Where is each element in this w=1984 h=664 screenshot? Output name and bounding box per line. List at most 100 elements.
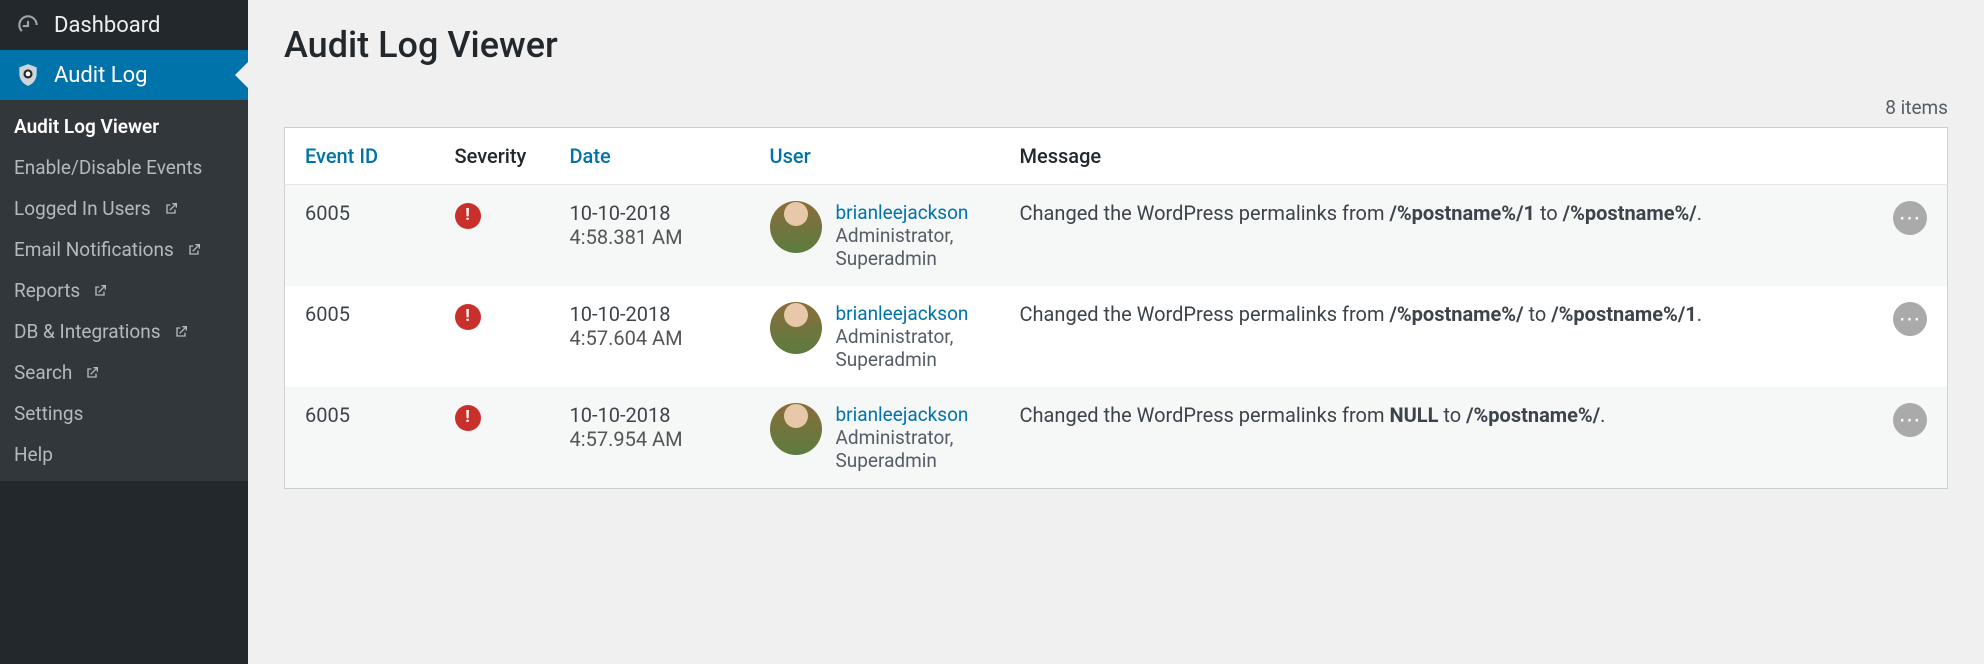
subnav-reports[interactable]: Reports	[0, 270, 248, 311]
message-part: /%postname%/1	[1551, 302, 1697, 326]
avatar	[770, 201, 822, 253]
cell-user: brianleejacksonAdministrator, Superadmin	[750, 185, 1000, 287]
subnav-label: Help	[14, 443, 53, 466]
user-name-link[interactable]: brianleejackson	[836, 403, 980, 426]
message-part: NULL	[1389, 403, 1438, 427]
time-value: 4:58.381 AM	[570, 225, 730, 249]
external-link-icon	[84, 365, 100, 381]
external-link-icon	[92, 283, 108, 299]
date-value: 10-10-2018	[570, 302, 730, 326]
message-part: .	[1697, 302, 1702, 326]
col-event-id[interactable]: Event ID	[285, 128, 435, 185]
message-part: /%postname%/	[1563, 201, 1697, 225]
message-part: to	[1535, 201, 1563, 225]
sidebar-top-nav: Dashboard Audit Log	[0, 0, 248, 100]
items-count: 8 items	[284, 96, 1948, 119]
subnav-logged-in-users[interactable]: Logged In Users	[0, 188, 248, 229]
cell-actions: ⋯	[1873, 185, 1948, 287]
message-part: .	[1697, 201, 1702, 225]
col-actions	[1873, 128, 1948, 185]
subnav-help[interactable]: Help	[0, 434, 248, 475]
table-row: 6005!10-10-20184:57.954 AMbrianleejackso…	[285, 387, 1948, 489]
cell-actions: ⋯	[1873, 286, 1948, 387]
cell-event-id: 6005	[285, 286, 435, 387]
table-row: 6005!10-10-20184:58.381 AMbrianleejackso…	[285, 185, 1948, 287]
time-value: 4:57.604 AM	[570, 326, 730, 350]
cell-event-id: 6005	[285, 387, 435, 489]
message-part: Changed the WordPress permalinks from	[1020, 201, 1390, 225]
user-role: Administrator, Superadmin	[836, 224, 980, 270]
row-actions-button[interactable]: ⋯	[1893, 403, 1927, 437]
date-value: 10-10-2018	[570, 403, 730, 427]
severity-critical-icon: !	[455, 203, 481, 229]
admin-sidebar: Dashboard Audit Log Audit Log Viewer Enab…	[0, 0, 248, 664]
row-actions-button[interactable]: ⋯	[1893, 302, 1927, 336]
user-role: Administrator, Superadmin	[836, 426, 980, 472]
table-row: 6005!10-10-20184:57.604 AMbrianleejackso…	[285, 286, 1948, 387]
cell-user: brianleejacksonAdministrator, Superadmin	[750, 286, 1000, 387]
cell-date: 10-10-20184:58.381 AM	[550, 185, 750, 287]
col-date[interactable]: Date	[550, 128, 750, 185]
message-part: Changed the WordPress permalinks from	[1020, 403, 1390, 427]
user-name-link[interactable]: brianleejackson	[836, 302, 980, 325]
cell-message: Changed the WordPress permalinks from /%…	[1000, 286, 1874, 387]
message-part: to	[1438, 403, 1466, 427]
avatar	[770, 302, 822, 354]
row-actions-button[interactable]: ⋯	[1893, 201, 1927, 235]
severity-critical-icon: !	[455, 405, 481, 431]
subnav-db-integrations[interactable]: DB & Integrations	[0, 311, 248, 352]
sidebar-item-label: Dashboard	[54, 13, 160, 38]
cell-message: Changed the WordPress permalinks from /%…	[1000, 185, 1874, 287]
subnav-label: Reports	[14, 279, 80, 302]
message-part: /%postname%/	[1389, 302, 1523, 326]
audit-log-table: Event ID Severity Date User Message 6005…	[284, 127, 1948, 489]
user-name-link[interactable]: brianleejackson	[836, 201, 980, 224]
table-header-row: Event ID Severity Date User Message	[285, 128, 1948, 185]
cell-actions: ⋯	[1873, 387, 1948, 489]
user-role: Administrator, Superadmin	[836, 325, 980, 371]
external-link-icon	[173, 324, 189, 340]
subnav-label: Search	[14, 361, 72, 384]
severity-critical-icon: !	[455, 304, 481, 330]
cell-date: 10-10-20184:57.954 AM	[550, 387, 750, 489]
subnav-enable-disable-events[interactable]: Enable/Disable Events	[0, 147, 248, 188]
subnav-label: Email Notifications	[14, 238, 174, 261]
cell-message: Changed the WordPress permalinks from NU…	[1000, 387, 1874, 489]
page-title: Audit Log Viewer	[284, 24, 1948, 66]
cell-event-id: 6005	[285, 185, 435, 287]
cell-severity: !	[435, 185, 550, 287]
cell-user: brianleejacksonAdministrator, Superadmin	[750, 387, 1000, 489]
avatar	[770, 403, 822, 455]
subnav-label: Enable/Disable Events	[14, 156, 202, 179]
subnav-label: Audit Log Viewer	[14, 115, 159, 138]
shield-icon	[14, 62, 42, 88]
subnav-label: DB & Integrations	[14, 320, 161, 343]
sidebar-item-label: Audit Log	[54, 63, 148, 88]
sidebar-sub-nav: Audit Log Viewer Enable/Disable Events Log…	[0, 100, 248, 481]
subnav-search[interactable]: Search	[0, 352, 248, 393]
sidebar-item-audit-log[interactable]: Audit Log	[0, 50, 248, 100]
message-part: to	[1524, 302, 1552, 326]
cell-severity: !	[435, 286, 550, 387]
subnav-email-notifications[interactable]: Email Notifications	[0, 229, 248, 270]
message-part: Changed the WordPress permalinks from	[1020, 302, 1390, 326]
date-value: 10-10-2018	[570, 201, 730, 225]
external-link-icon	[163, 201, 179, 217]
message-part: /%postname%/1	[1389, 201, 1535, 225]
main-content: Audit Log Viewer 8 items Event ID Severi…	[248, 0, 1984, 664]
col-message: Message	[1000, 128, 1874, 185]
external-link-icon	[186, 242, 202, 258]
cell-date: 10-10-20184:57.604 AM	[550, 286, 750, 387]
subnav-label: Logged In Users	[14, 197, 151, 220]
gauge-icon	[14, 12, 42, 38]
sidebar-item-dashboard[interactable]: Dashboard	[0, 0, 248, 50]
subnav-label: Settings	[14, 402, 83, 425]
time-value: 4:57.954 AM	[570, 427, 730, 451]
col-user[interactable]: User	[750, 128, 1000, 185]
message-part: .	[1600, 403, 1605, 427]
col-severity: Severity	[435, 128, 550, 185]
subnav-settings[interactable]: Settings	[0, 393, 248, 434]
message-part: /%postname%/	[1466, 403, 1600, 427]
cell-severity: !	[435, 387, 550, 489]
subnav-audit-log-viewer[interactable]: Audit Log Viewer	[0, 106, 248, 147]
